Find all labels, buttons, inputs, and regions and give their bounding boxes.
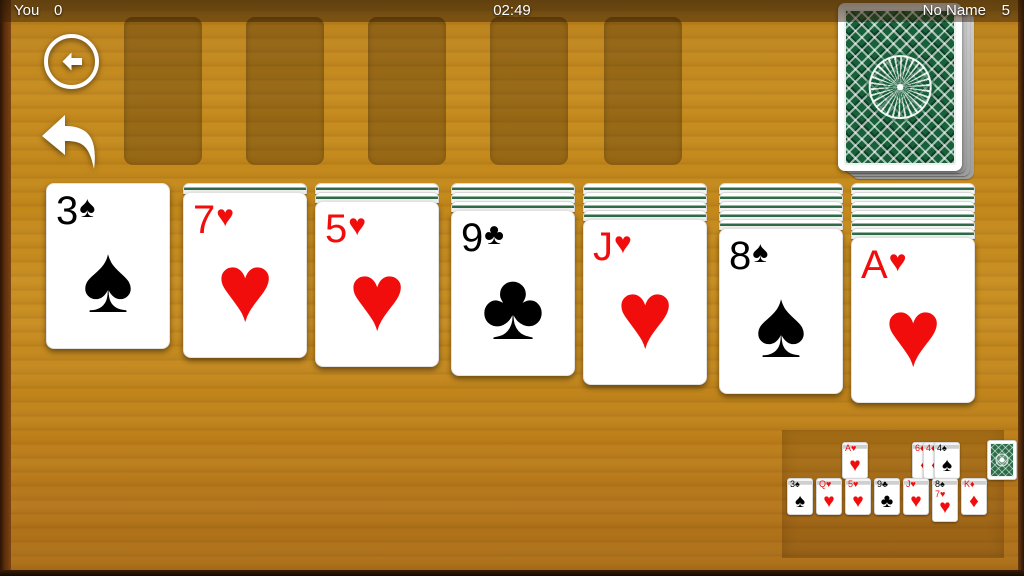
card-center-hearts-icon: ♥ xyxy=(884,280,942,388)
tableau-card-3[interactable]: 5 ♥ ♥ xyxy=(315,201,439,367)
tableau-card-2[interactable]: 7 ♥ ♥ xyxy=(183,192,307,358)
mini-card-label: 3♠ xyxy=(790,479,800,489)
mini-card-hearts-icon: ♥ xyxy=(910,491,922,512)
card-center-hearts-icon: ♥ xyxy=(348,244,406,352)
mini-card-label: 5♥ xyxy=(848,479,859,489)
mini-card-diamonds-icon: ♦ xyxy=(969,491,979,512)
card-suit-spades-icon: ♠ xyxy=(752,236,769,269)
card-rank: 8 xyxy=(729,234,752,278)
back-button[interactable] xyxy=(44,34,99,89)
game-timer: 02:49 xyxy=(493,2,531,19)
mini-card-clubs-icon: ♣ xyxy=(880,491,894,512)
mini-card-hearts-icon: ♥ xyxy=(849,455,861,476)
card-rank: 5 xyxy=(325,207,348,251)
mini-card-spades-icon: ♠ xyxy=(941,455,953,476)
card-center-spades-icon: ♠ xyxy=(755,271,807,379)
card-suit-hearts-icon: ♥ xyxy=(614,227,632,260)
foundation-slot-4[interactable] xyxy=(490,17,568,165)
minimap-column-card-5[interactable]: J♥ ♥ xyxy=(903,478,929,515)
status-bar: You 0 02:49 No Name 5 xyxy=(0,0,1024,22)
minimap-stock-back[interactable] xyxy=(987,440,1017,480)
card-back-medallion xyxy=(868,55,932,119)
tableau-card-5[interactable]: J ♥ ♥ xyxy=(583,219,707,385)
minimap-column-card-1[interactable]: 3♠ ♠ xyxy=(787,478,813,515)
tableau-card-4[interactable]: 9 ♣ ♣ xyxy=(451,210,575,376)
card-suit-hearts-icon: ♥ xyxy=(216,200,235,233)
tableau-card-6[interactable]: 8 ♠ ♠ xyxy=(719,228,843,394)
foundation-slot-3[interactable] xyxy=(368,17,446,165)
tableau-card-1[interactable]: 3 ♠ ♠ xyxy=(46,183,170,349)
minimap-foundation-card-1[interactable]: A♥ ♥ xyxy=(842,442,868,479)
minimap-column-card-4[interactable]: 9♣ ♣ xyxy=(874,478,900,515)
foundation-slot-1[interactable] xyxy=(124,17,202,165)
card-suit-clubs-icon: ♣ xyxy=(484,218,504,251)
foundation-slot-5[interactable] xyxy=(604,17,682,165)
minimap-card-back-pattern xyxy=(990,443,1014,477)
stock-top-card-back[interactable] xyxy=(838,3,962,171)
mini-card-hearts-icon: ♥ xyxy=(852,491,864,512)
mini-card-label: K♦ xyxy=(964,479,975,489)
back-arrow-icon xyxy=(62,52,82,71)
game-table: 3♠♠7♥♥5♥♥9♣♣J♥♥8♠♠A♥♥ A♥♥6♦♦4♦♦4♠♠3♠♠Q♥♥… xyxy=(0,0,1024,576)
card-suit-spades-icon: ♠ xyxy=(79,191,96,224)
table-edge-left xyxy=(0,0,11,576)
minimap-stack-card-3[interactable]: 4♠ ♠ xyxy=(934,442,960,479)
card-rank: A xyxy=(861,243,888,287)
mini-card-label: 9♣ xyxy=(877,479,888,489)
minimap-column-card-3[interactable]: 5♥ ♥ xyxy=(845,478,871,515)
minimap-column-card-6[interactable]: 8♠ 7♥ ♥ xyxy=(932,478,958,522)
card-center-hearts-icon: ♥ xyxy=(616,262,674,370)
card-suit-hearts-icon: ♥ xyxy=(888,245,907,278)
card-center-clubs-icon: ♣ xyxy=(481,253,545,361)
undo-arrow-icon xyxy=(42,115,95,169)
minimap-card-back-medallion xyxy=(995,453,1009,467)
mini-card-hearts-icon: ♥ xyxy=(823,491,835,512)
opponent-score: 5 xyxy=(1001,2,1010,19)
mini-card-hearts-icon: ♥ xyxy=(939,497,951,518)
mini-card-spades-icon: ♠ xyxy=(794,491,806,512)
card-center-spades-icon: ♠ xyxy=(82,226,134,334)
card-center-hearts-icon: ♥ xyxy=(216,235,274,343)
minimap-panel[interactable]: A♥♥6♦♦4♦♦4♠♠3♠♠Q♥♥5♥♥9♣♣J♥♥8♠7♥♥K♦♦ xyxy=(782,430,1017,558)
table-edge-bottom xyxy=(0,570,1024,576)
minimap-column-card-7[interactable]: K♦ ♦ xyxy=(961,478,987,515)
card-back-pattern xyxy=(844,9,956,165)
card-rank: 9 xyxy=(461,216,484,260)
stock-pile[interactable] xyxy=(838,3,978,188)
mini-card-label: J♥ xyxy=(906,479,916,489)
card-rank: 7 xyxy=(193,198,216,242)
mini-card-label: 8♠ xyxy=(935,479,945,489)
card-rank: J xyxy=(593,225,613,269)
undo-button[interactable] xyxy=(40,105,104,171)
mini-card-label: A♥ xyxy=(845,443,857,453)
foundation-slot-2[interactable] xyxy=(246,17,324,165)
opponent-label: No Name xyxy=(922,2,986,19)
mini-card-label: 4♠ xyxy=(937,443,947,453)
card-suit-hearts-icon: ♥ xyxy=(348,209,367,242)
minimap-column-card-2[interactable]: Q♥ ♥ xyxy=(816,478,842,515)
mini-card-label: Q♥ xyxy=(819,479,832,489)
tableau-card-7[interactable]: A ♥ ♥ xyxy=(851,237,975,403)
card-rank: 3 xyxy=(56,189,79,233)
table-edge-right xyxy=(1018,0,1024,576)
